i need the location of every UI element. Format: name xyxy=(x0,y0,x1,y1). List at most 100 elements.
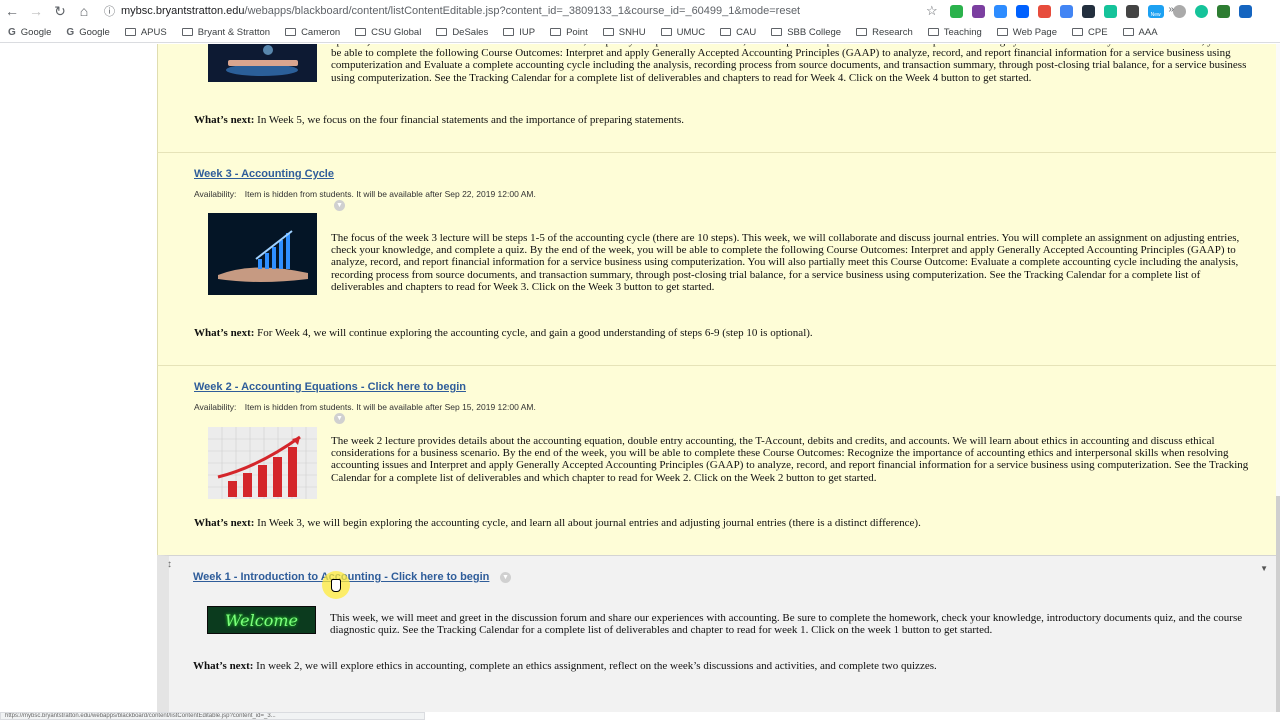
week2-whats-next: What’s next: In Week 3, we will begin ex… xyxy=(194,517,921,529)
info-icon[interactable]: ⓘ xyxy=(104,3,115,19)
home-icon[interactable]: ⌂ xyxy=(72,0,96,22)
dropbox-icon[interactable] xyxy=(1015,4,1029,18)
bookmark-label: Bryant & Stratton xyxy=(197,26,271,38)
list-item-week3: Week 3 - Accounting Cycle Availability: … xyxy=(157,153,1276,366)
ext-icon[interactable] xyxy=(1172,4,1186,18)
onenote-icon[interactable] xyxy=(971,4,985,18)
new-badge-icon[interactable]: New xyxy=(1147,4,1164,18)
list-item-week2: Week 2 - Accounting Equations - Click he… xyxy=(157,366,1276,556)
evernote-icon[interactable] xyxy=(949,4,963,18)
bookmark-label: IUP xyxy=(519,26,536,38)
bookmark-item[interactable]: G Google xyxy=(8,27,51,38)
bookmark-label: Cameron xyxy=(301,26,341,38)
bookmark-star-icon[interactable]: ☆ xyxy=(926,3,938,19)
week2-title-link[interactable]: Week 2 - Accounting Equations - Click he… xyxy=(194,381,466,393)
bookmark-item[interactable]: Web Page xyxy=(996,26,1057,38)
folder-icon xyxy=(503,28,515,36)
bookmark-item[interactable]: DeSales xyxy=(436,27,488,38)
bookmark-item[interactable]: Bryant & Stratton xyxy=(181,26,271,38)
bookmark-item[interactable]: CAU xyxy=(720,27,756,38)
grammarly-icon[interactable] xyxy=(1103,4,1117,18)
bookmark-item[interactable]: IUP xyxy=(503,27,535,38)
folder-icon xyxy=(602,28,614,36)
week4-description: optional). We will learn about the benef… xyxy=(331,44,1247,84)
bookmark-item[interactable]: G Google xyxy=(66,27,109,38)
bookmark-item[interactable]: AAA xyxy=(1122,26,1158,38)
week4-thumbnail xyxy=(208,44,317,82)
bookmark-item[interactable]: Cameron xyxy=(285,27,340,38)
folder-icon xyxy=(181,28,193,36)
reload-icon[interactable]: ↻ xyxy=(48,0,72,22)
google-icon: G xyxy=(66,26,75,38)
url-field[interactable]: ⓘ mybsc.bryantstratton.edu/webapps/black… xyxy=(104,3,864,19)
bookmark-label: DeSales xyxy=(452,26,489,38)
folder-icon xyxy=(550,28,562,36)
whats-next-text: In week 2, we will explore ethics in acc… xyxy=(253,660,937,672)
folder-icon xyxy=(720,28,732,36)
folder-icon xyxy=(124,28,136,36)
whats-next-text: In Week 5, we focus on the four financia… xyxy=(254,114,685,126)
chevron-down-icon[interactable]: ▼ xyxy=(334,413,345,424)
google-icon: G xyxy=(8,26,16,38)
welcome-neon-text: Welcome xyxy=(225,610,298,630)
week1-thumbnail: Welcome xyxy=(207,606,316,634)
bookmark-item[interactable]: SBB College xyxy=(771,27,841,38)
ext-icon[interactable] xyxy=(1194,4,1208,18)
back-icon[interactable]: ← xyxy=(0,0,24,22)
amazon-icon[interactable] xyxy=(1081,4,1095,18)
list-item-week4: optional). We will learn about the benef… xyxy=(157,44,1276,153)
week2-description: The week 2 lecture provides details abou… xyxy=(331,435,1249,484)
bookmark-label: SNHU xyxy=(618,26,646,38)
week2-thumbnail xyxy=(208,427,317,499)
page-content: optional). We will learn about the benef… xyxy=(0,44,1280,712)
vertical-scrollbar[interactable] xyxy=(1276,44,1280,712)
bookmark-label: CSU Global xyxy=(371,26,422,38)
folder-icon xyxy=(996,28,1008,36)
folder-icon xyxy=(355,28,367,36)
info-ext-icon[interactable] xyxy=(1238,4,1252,18)
bookmark-label: UMUC xyxy=(676,26,706,38)
bookmark-label: Web Page xyxy=(1012,26,1057,38)
content-list: optional). We will learn about the benef… xyxy=(157,44,1276,712)
week2-availability: Availability: Item is hidden from studen… xyxy=(194,402,536,412)
bookmark-item[interactable]: UMUC xyxy=(660,26,706,38)
folder-icon xyxy=(1072,28,1083,36)
week3-whats-next: What’s next: For Week 4, we will continu… xyxy=(194,327,813,339)
bookmark-label: Research xyxy=(872,26,913,38)
week1-description: This week, we will meet and greet in the… xyxy=(330,612,1243,637)
chevron-down-icon[interactable]: ▼ xyxy=(500,572,511,583)
bookmark-item[interactable]: Teaching xyxy=(927,27,982,38)
bookmark-item[interactable]: Point xyxy=(550,27,588,38)
chevron-down-icon[interactable]: ▼ xyxy=(334,200,345,211)
bookmark-item[interactable]: Research xyxy=(856,27,913,38)
ext-icon[interactable] xyxy=(1037,4,1051,18)
folder-icon xyxy=(771,28,783,36)
bookmark-label: Google xyxy=(79,26,110,38)
ext-icon[interactable] xyxy=(1216,4,1230,18)
week3-title-link[interactable]: Week 3 - Accounting Cycle xyxy=(194,168,334,180)
address-bar: ← → ↻ ⌂ ⓘ mybsc.bryantstratton.edu/webap… xyxy=(0,0,1280,22)
week3-description: The focus of the week 3 lecture will be … xyxy=(331,232,1240,293)
bookmarks-overflow-icon[interactable]: » xyxy=(1168,4,1174,15)
drag-handle-icon[interactable]: ↕ xyxy=(167,559,172,570)
bookmark-item[interactable]: APUS xyxy=(124,27,167,38)
translate-icon[interactable] xyxy=(1059,4,1073,18)
mouse-cursor-highlight xyxy=(322,571,350,599)
whats-next-label: What’s next: xyxy=(194,327,255,339)
bookmark-item[interactable]: CSU Global xyxy=(355,27,421,38)
folder-icon xyxy=(285,28,297,36)
new-badge-label: New xyxy=(1150,11,1161,18)
bookmark-item[interactable]: SNHU xyxy=(602,26,646,38)
zoom-icon[interactable] xyxy=(993,4,1007,18)
bookmark-item[interactable]: CPE xyxy=(1072,27,1108,38)
bookmark-label: AAA xyxy=(1138,26,1158,38)
item-options-caret-icon[interactable]: ▼ xyxy=(1260,564,1268,573)
scrollbar-thumb[interactable] xyxy=(1276,496,1280,712)
whats-next-text: In Week 3, we will begin exploring the a… xyxy=(254,517,921,529)
forward-icon[interactable]: → xyxy=(24,0,48,22)
bookmark-label: SBB College xyxy=(787,26,842,38)
week3-thumbnail xyxy=(208,213,317,295)
whats-next-label: What’s next: xyxy=(194,114,255,126)
folder-icon xyxy=(1122,28,1134,36)
ext-icon[interactable] xyxy=(1125,4,1139,18)
